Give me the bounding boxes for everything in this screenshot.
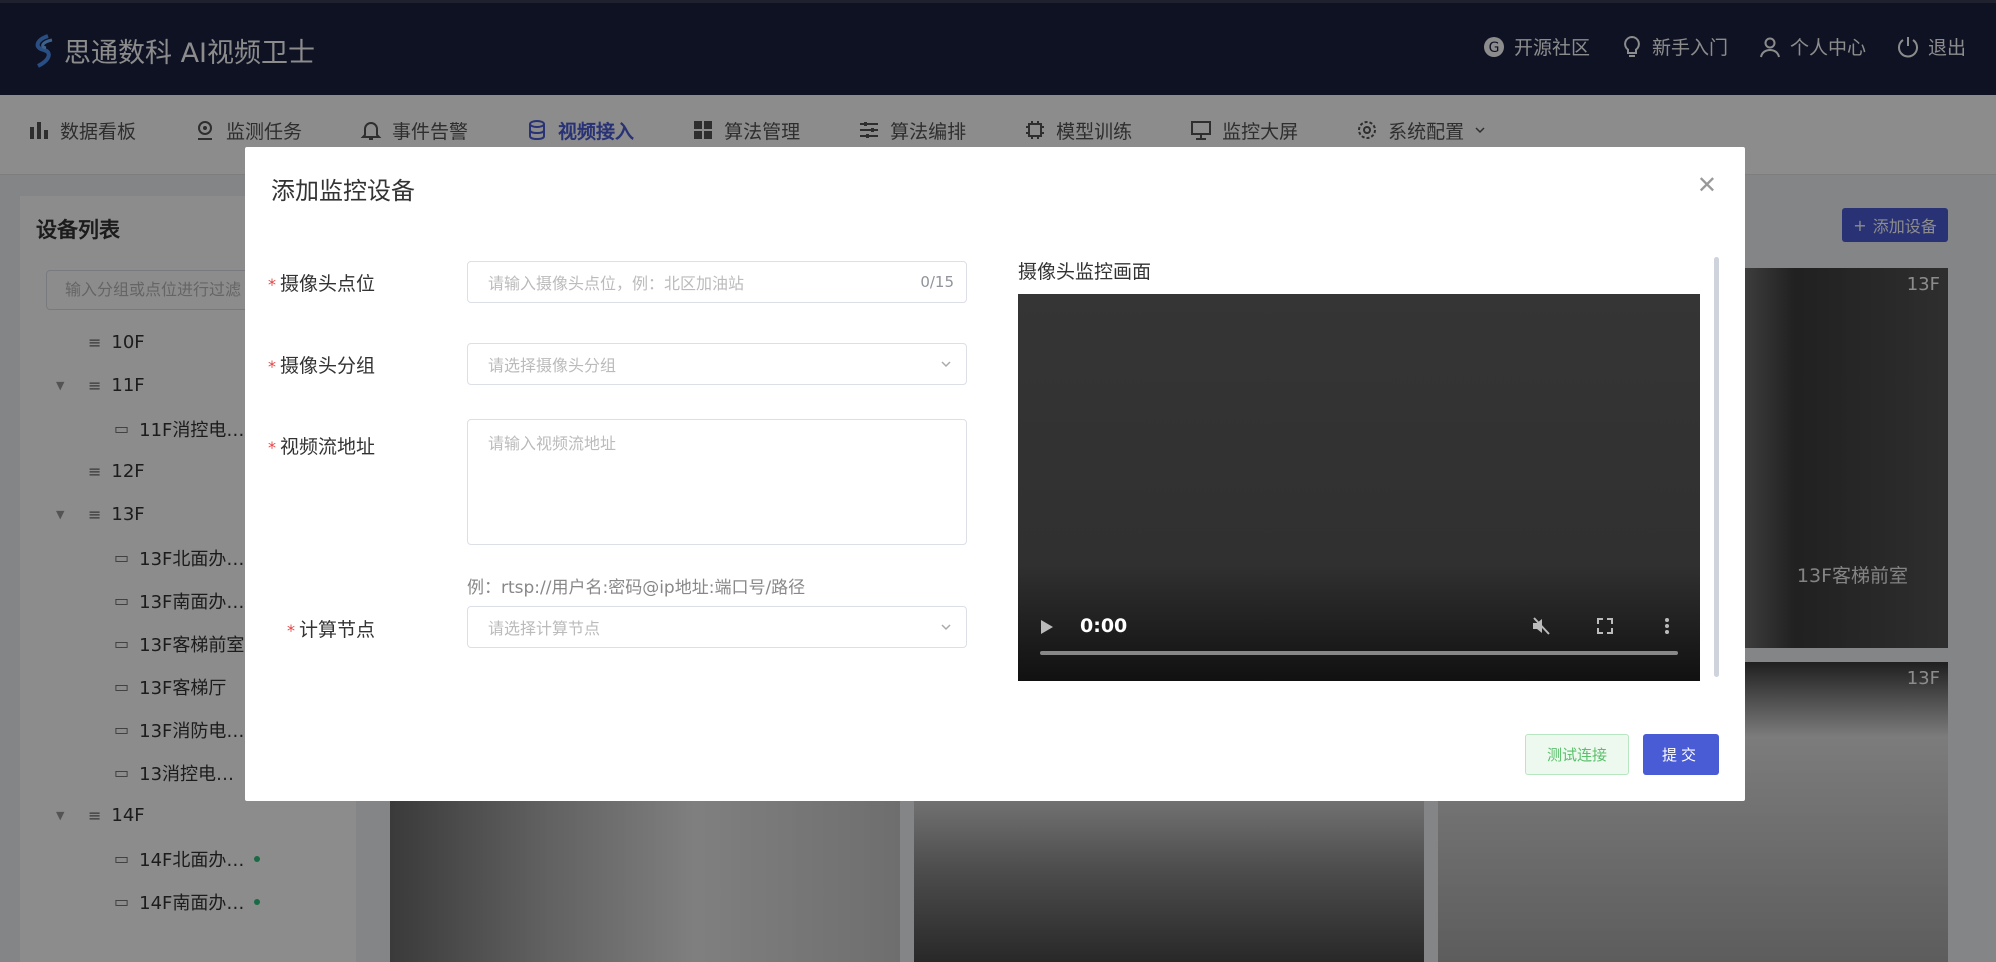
modal-scrollbar[interactable] — [1714, 257, 1719, 677]
video-player[interactable]: 0:00 — [1018, 294, 1700, 681]
fullscreen-icon[interactable] — [1594, 615, 1616, 637]
stream-field-label: * 视频流地址 — [235, 432, 375, 459]
required-mark: * — [267, 438, 276, 457]
submit-button[interactable]: 提交 — [1643, 734, 1719, 775]
char-count: 0/15 — [920, 273, 954, 291]
more-options-icon[interactable] — [1656, 615, 1678, 637]
stream-url-hint: 例：rtsp://用户名:密码@ip地址:端口号/路径 — [467, 578, 806, 598]
point-field-label: * 摄像头点位 — [235, 269, 375, 296]
video-progress-bar[interactable] — [1040, 651, 1678, 655]
test-connection-button[interactable]: 测试连接 — [1525, 734, 1629, 775]
chevron-down-icon — [941, 624, 951, 631]
point-placeholder: 请输入摄像头点位，例：北区加油站 — [488, 274, 745, 293]
node-select[interactable]: 请选择计算节点 — [467, 606, 967, 648]
node-field-label: * 计算节点 — [235, 615, 375, 642]
stream-url-textarea[interactable]: 请输入视频流地址 — [467, 419, 967, 545]
label-text: 计算节点 — [298, 619, 375, 641]
close-icon[interactable]: ✕ — [1697, 171, 1717, 199]
group-select[interactable]: 请选择摄像头分组 — [467, 343, 967, 385]
node-placeholder: 请选择计算节点 — [488, 619, 601, 638]
video-controls: 0:00 — [1018, 601, 1700, 681]
video-preview-title: 摄像头监控画面 — [1018, 261, 1152, 283]
required-mark: * — [267, 357, 276, 376]
video-time: 0:00 — [1080, 615, 1128, 637]
stream-placeholder: 请输入视频流地址 — [488, 434, 617, 453]
mute-icon[interactable] — [1530, 615, 1552, 637]
required-mark: * — [286, 621, 295, 640]
group-field-label: * 摄像头分组 — [235, 351, 375, 378]
group-placeholder: 请选择摄像头分组 — [488, 356, 617, 375]
modal-title: 添加监控设备 — [271, 177, 415, 205]
required-mark: * — [267, 275, 276, 294]
play-icon[interactable] — [1040, 619, 1054, 635]
point-input[interactable]: 请输入摄像头点位，例：北区加油站 0/15 — [467, 261, 967, 303]
add-device-modal: 添加监控设备 ✕ * 摄像头点位 请输入摄像头点位，例：北区加油站 0/15 * 摄… — [245, 147, 1745, 801]
label-text: 视频流地址 — [279, 436, 375, 458]
chevron-down-icon — [941, 361, 951, 368]
label-text: 摄像头点位 — [279, 273, 375, 295]
label-text: 摄像头分组 — [279, 355, 375, 377]
